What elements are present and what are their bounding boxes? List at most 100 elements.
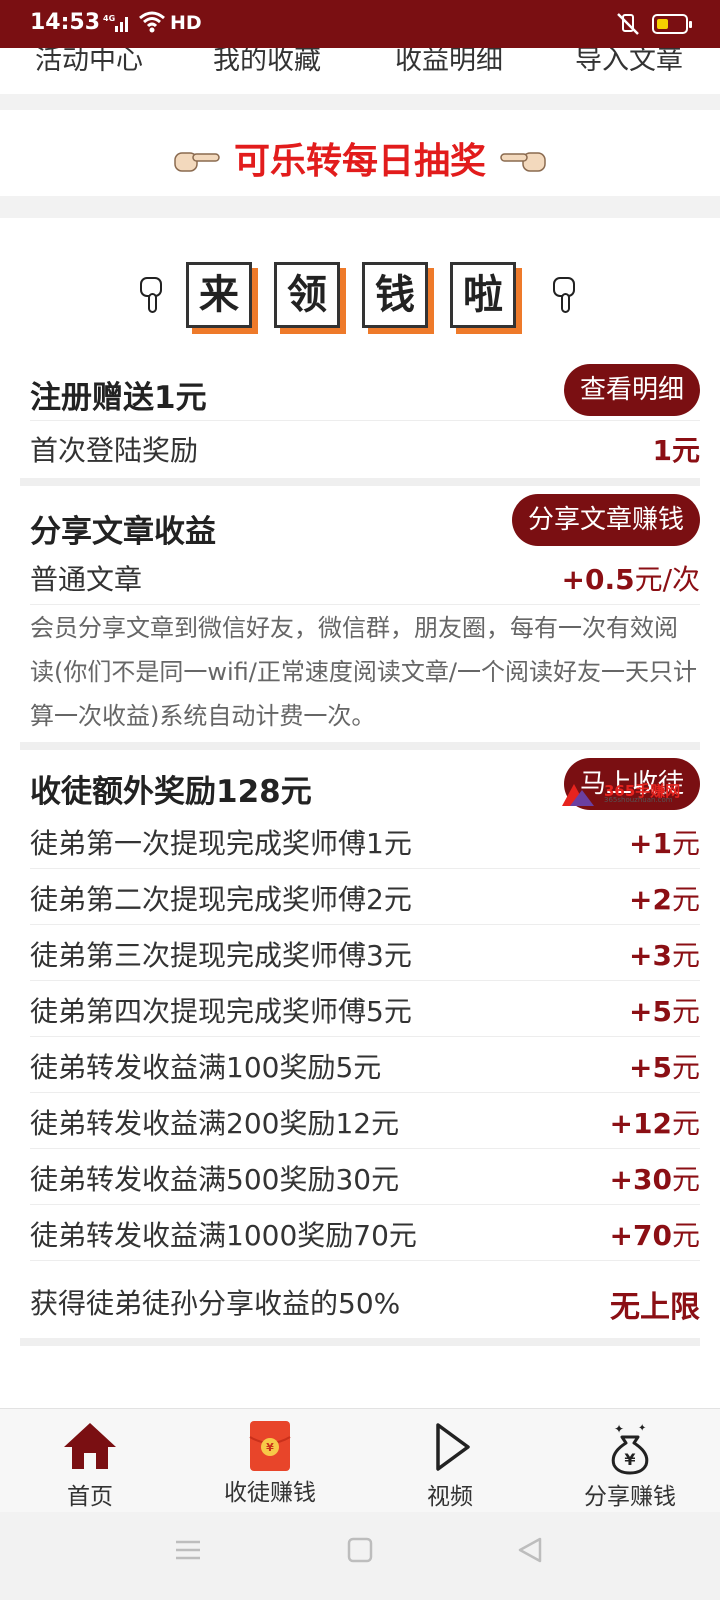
wifi-icon xyxy=(138,10,166,38)
amount: +1 xyxy=(629,827,672,860)
stamp-char: 啦 xyxy=(450,262,516,328)
view-detail-button[interactable]: 查看明细 xyxy=(563,364,700,416)
home-icon xyxy=(60,1419,120,1475)
tab-label: 视频 xyxy=(427,1484,473,1510)
row-label: 徒弟第三次提现完成奖师傅3元 xyxy=(30,939,412,972)
back-triangle-icon[interactable] xyxy=(516,1536,544,1568)
amount: +0.5 xyxy=(561,563,635,596)
tab-bar: 首页 ¥ 收徒赚钱 视频 ¥ ✦ ✦ 分享赚钱 xyxy=(0,1408,720,1512)
amount: +12 xyxy=(609,1107,672,1140)
register-title: 注册赠送1元 xyxy=(30,380,207,416)
lottery-title: 可乐转每日抽奖 xyxy=(233,141,486,182)
money-bag-icon: ¥ ✦ ✦ xyxy=(600,1419,660,1475)
row-value: 无上限 xyxy=(610,1290,700,1325)
svg-text:4G: 4G xyxy=(103,14,115,23)
row-label: 徒弟第二次提现完成奖师傅2元 xyxy=(30,883,412,916)
share-description: 会员分享文章到微信好友，微信群，朋友圈，每有一次有效阅读(你们不是同一wifi/… xyxy=(30,614,697,730)
signal-icon: 4G xyxy=(103,12,133,38)
watermark-sub: 365shouzhuan.com xyxy=(604,796,673,804)
unit: 元 xyxy=(671,1219,700,1252)
stamp-char: 钱 xyxy=(362,262,428,328)
unit: 元 xyxy=(671,939,700,972)
watermark: 365手赚网 365shouzhuan.com xyxy=(560,780,690,808)
svg-text:¥: ¥ xyxy=(266,1441,274,1454)
divider xyxy=(20,742,700,750)
list-item: 徒弟第三次提现完成奖师傅3元 +3元 xyxy=(30,926,700,981)
row-value: +30元 xyxy=(610,1158,700,1198)
row-label: 徒弟转发收益满200奖励12元 xyxy=(30,1107,400,1140)
list-item: 普通文章 +0.5元/次 xyxy=(30,550,700,605)
watermark-logo-icon xyxy=(562,784,594,806)
home-square-icon[interactable] xyxy=(346,1536,374,1568)
tab-label: 收徒赚钱 xyxy=(224,1480,316,1506)
row-label: 徒弟转发收益满500奖励30元 xyxy=(30,1163,400,1196)
share-section: 分享文章收益 分享文章赚钱 普通文章 +0.5元/次 会员分享文章到微信好友，微… xyxy=(20,494,700,734)
top-nav-import-article[interactable]: 导入文章 xyxy=(575,48,683,77)
status-bar: 14:53 4G HD xyxy=(0,0,720,48)
unit: 元 xyxy=(671,995,700,1028)
list-item: 徒弟第二次提现完成奖师傅2元 +2元 xyxy=(30,870,700,925)
row-value: +0.5元/次 xyxy=(562,558,701,598)
pointing-right-hand-icon xyxy=(173,143,221,184)
tab-home[interactable]: 首页 xyxy=(0,1409,180,1513)
stamp-heading: 来 领 钱 啦 xyxy=(0,258,720,334)
row-label: 徒弟转发收益满1000奖励70元 xyxy=(30,1219,417,1252)
top-nav-activity-center[interactable]: 活动中心 xyxy=(35,48,143,77)
list-item: 徒弟转发收益满200奖励12元 +12元 xyxy=(30,1094,700,1149)
amount: +3 xyxy=(629,939,672,972)
list-item: 徒弟第一次提现完成奖师傅1元 +1元 xyxy=(30,814,700,869)
list-item: 徒弟转发收益满500奖励30元 +30元 xyxy=(30,1150,700,1205)
menu-icon[interactable] xyxy=(174,1536,202,1568)
row-value: +2元 xyxy=(629,878,700,918)
row-label: 徒弟转发收益满100奖励5元 xyxy=(30,1051,382,1084)
share-title: 分享文章收益 xyxy=(30,514,216,550)
battery-icon xyxy=(652,14,692,34)
amount: +2 xyxy=(629,883,672,916)
apprentice-section: 收徒额外奖励128元 马上收徒 徒弟第一次提现完成奖师傅1元 +1元 徒弟第二次… xyxy=(20,758,700,1338)
row-value: +5元 xyxy=(629,1046,700,1086)
stamp-char: 来 xyxy=(186,262,252,328)
row-label: 获得徒弟徒孙分享收益的50% xyxy=(30,1287,401,1320)
unit: 元/次 xyxy=(634,563,700,596)
system-nav-bar xyxy=(0,1512,720,1600)
svg-text:✦: ✦ xyxy=(638,1423,646,1434)
top-nav-favorites[interactable]: 我的收藏 xyxy=(213,48,321,77)
tab-share[interactable]: ¥ ✦ ✦ 分享赚钱 xyxy=(540,1409,720,1513)
top-nav-earnings-detail[interactable]: 收益明细 xyxy=(395,48,503,77)
row-label: 普通文章 xyxy=(30,563,143,596)
network-label: HD xyxy=(170,12,202,34)
row-value: +1元 xyxy=(629,822,700,862)
unit: 元 xyxy=(671,1163,700,1196)
svg-text:¥: ¥ xyxy=(624,1450,635,1469)
divider xyxy=(0,94,720,110)
mute-icon xyxy=(615,12,641,40)
amount: +5 xyxy=(629,995,672,1028)
pointing-down-hand-icon xyxy=(135,276,169,318)
apprentice-title: 收徒额外奖励128元 xyxy=(30,774,312,810)
register-section: 注册赠送1元 查看明细 首次登陆奖励 1元 xyxy=(20,364,700,474)
row-value: 1元 xyxy=(652,434,700,467)
row-label: 徒弟第一次提现完成奖师傅1元 xyxy=(30,827,412,860)
list-item: 徒弟第四次提现完成奖师傅5元 +5元 xyxy=(30,982,700,1037)
pointing-down-hand-icon xyxy=(548,276,582,318)
divider xyxy=(20,1338,700,1346)
unit: 元 xyxy=(671,1051,700,1084)
list-item: 首次登陆奖励 1元 xyxy=(30,420,700,475)
amount: +70 xyxy=(609,1219,672,1252)
unit: 元 xyxy=(671,1107,700,1140)
unit: 元 xyxy=(671,827,700,860)
row-value: +3元 xyxy=(629,934,700,974)
list-item: 获得徒弟徒孙分享收益的50% 无上限 xyxy=(30,1274,700,1329)
top-nav: 活动中心 我的收藏 收益明细 导入文章 xyxy=(0,48,720,94)
amount: +5 xyxy=(629,1051,672,1084)
row-value: +70元 xyxy=(610,1214,700,1254)
share-article-button[interactable]: 分享文章赚钱 xyxy=(511,494,700,546)
amount: +30 xyxy=(609,1163,672,1196)
divider xyxy=(0,196,720,218)
play-icon xyxy=(420,1419,480,1475)
row-value: +5元 xyxy=(629,990,700,1030)
lottery-banner[interactable]: 可乐转每日抽奖 xyxy=(0,110,720,196)
row-label: 徒弟第四次提现完成奖师傅5元 xyxy=(30,995,412,1028)
tab-recruit[interactable]: ¥ 收徒赚钱 xyxy=(180,1409,360,1513)
tab-video[interactable]: 视频 xyxy=(360,1409,540,1513)
